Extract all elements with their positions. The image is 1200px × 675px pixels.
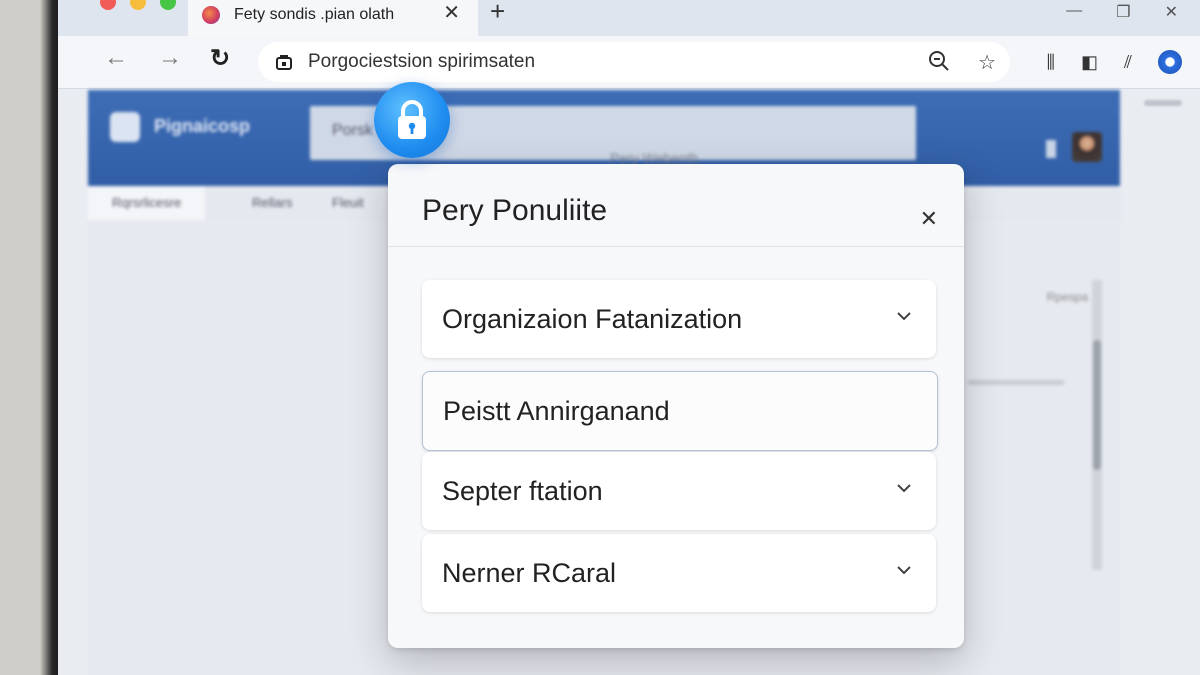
dialog-option-2[interactable]: Peistt Annirganand [422,371,938,451]
minimize-window-button[interactable] [130,0,146,10]
app-logo-icon[interactable] [110,112,140,142]
maximize-window-button[interactable] [160,0,176,10]
browser-window: Fety sondis .pian olath ✕ + — ❐ ✕ ← → ↻ … [58,0,1200,675]
avatar[interactable] [1072,132,1102,162]
lock-icon [374,82,450,158]
address-bar-actions: ☆ [928,50,996,78]
sidebar-icon[interactable]: ◧ [1081,52,1098,73]
minimize-icon[interactable]: — [1066,2,1082,22]
divider [968,380,1064,385]
url-text: Porgociestsion spirimsaten [308,51,536,72]
chevron-down-icon[interactable] [894,478,914,498]
extensions-icon[interactable]: ⫼ [1047,52,1055,73]
reading-list-icon[interactable]: ⫽ [1124,52,1132,73]
close-icon[interactable]: ✕ [443,0,460,25]
option-label: Organizaion Fatanization [442,303,743,334]
bookmark-star-icon[interactable]: ☆ [978,50,996,78]
dialog-title: Pery Ponuliite [422,194,608,227]
monitor-bezel [0,0,58,675]
permission-dialog: Pery Ponuliite ✕ Organizaion Fatanizatio… [388,164,964,648]
profile-icon[interactable] [1158,50,1182,74]
app-name: Pignaicosp [154,116,251,136]
scrollbar[interactable] [1092,280,1102,570]
window-controls [100,0,176,10]
browser-tab[interactable]: Fety sondis .pian olath ✕ [188,0,478,36]
new-tab-button[interactable]: + [490,0,505,27]
toolbar-right: ⫼ ◧ ⫽ [1047,50,1182,74]
forward-icon[interactable]: → [158,44,182,72]
app-search-label: Porsk [332,122,373,139]
address-bar[interactable]: Porgociestsion spirimsaten ☆ [258,42,1010,82]
site-info-icon[interactable] [274,52,294,72]
chevron-down-icon[interactable] [894,560,914,580]
dialog-header: Pery Ponuliite ✕ [388,164,964,247]
bookmark-item[interactable] [1144,100,1182,106]
option-label: Peistt Annirganand [443,395,670,426]
app-tab-3[interactable]: Fleuit [308,186,388,220]
tab-strip: Fety sondis .pian olath ✕ + — ❐ ✕ [58,0,1200,36]
chevron-down-icon[interactable] [894,306,914,326]
restore-icon[interactable]: ❐ [1116,2,1130,22]
dialog-option-1[interactable]: Organizaion Fatanization [422,280,936,358]
app-tab-2[interactable]: Rellars [228,186,316,220]
close-window-button[interactable] [100,0,116,10]
window-buttons: — ❐ ✕ [1066,2,1178,22]
tab-title: Fety sondis .pian olath [234,6,395,23]
scrollbar-thumb[interactable] [1093,340,1101,470]
reload-icon[interactable]: ↻ [210,44,230,73]
app-side-label: Rpespa [1046,290,1088,304]
app-tab-1[interactable]: Rqrsrlicesre [88,186,206,220]
browser-toolbar: ← → ↻ Porgociestsion spirimsaten ☆ ⫼ ◧ ⫽ [58,36,1200,89]
option-label: Septer ftation [442,475,603,506]
dialog-option-4[interactable]: Nerner RCaral [422,534,936,612]
close-icon[interactable]: ✕ [920,206,938,232]
close-window-icon[interactable]: ✕ [1165,2,1178,22]
app-favicon-icon [202,6,220,24]
zoom-icon[interactable] [928,50,950,78]
app-menu-icon[interactable] [1046,140,1056,158]
option-label: Nerner RCaral [442,557,617,588]
dialog-option-3[interactable]: Septer ftation [422,452,936,530]
back-icon[interactable]: ← [104,44,128,72]
